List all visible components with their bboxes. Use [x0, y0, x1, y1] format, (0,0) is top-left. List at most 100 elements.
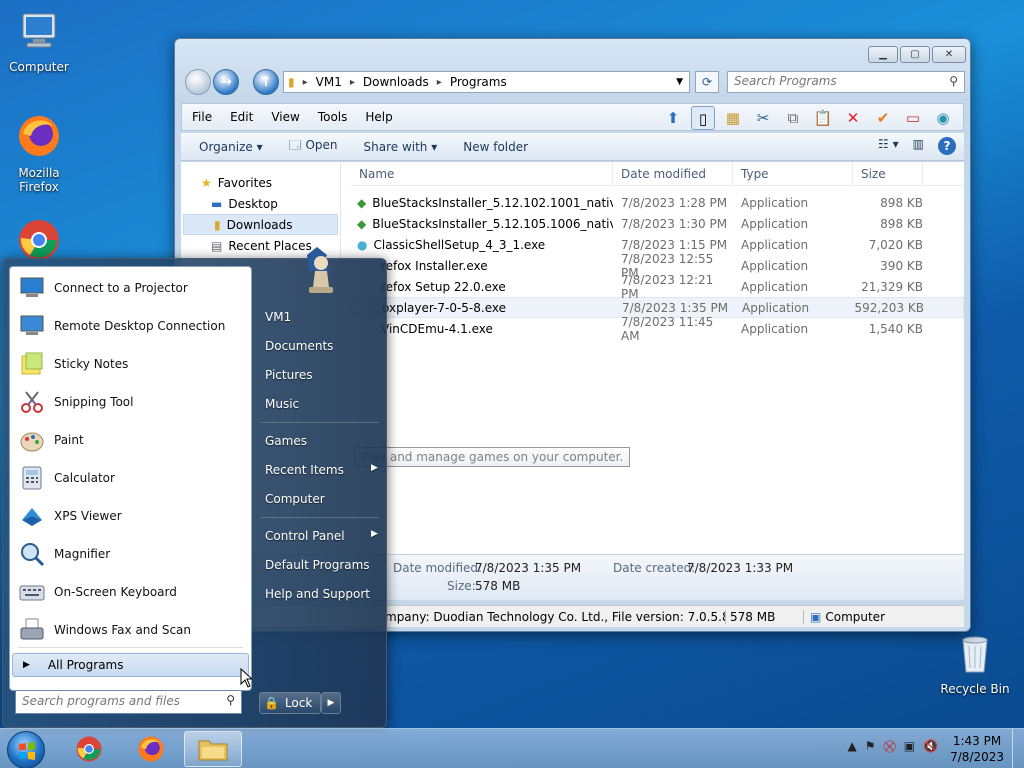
desktop-icon-label: Mozilla Firefox [18, 166, 60, 194]
magnifier-icon [21, 543, 45, 567]
program-sticky-notes[interactable]: Sticky Notes [12, 345, 249, 383]
start-documents[interactable]: Documents [265, 339, 333, 353]
status-location: ▣ Computer [803, 609, 885, 624]
help-icon[interactable]: ? [938, 137, 956, 155]
all-programs-button[interactable]: ▶ All Programs [12, 653, 249, 677]
paint-palette-icon [20, 432, 44, 452]
show-hidden-icons-icon[interactable]: ▲ [847, 739, 856, 754]
nav-favorites[interactable]: ★ Favorites [181, 172, 340, 193]
column-name[interactable]: Name [351, 162, 613, 185]
start-control-panel[interactable]: Control Panel ▶ [265, 529, 378, 543]
column-size[interactable]: Size [853, 162, 923, 185]
view-options-icon[interactable]: ☷ ▾ [878, 137, 899, 155]
start-recent-items[interactable]: Recent Items ▶ [265, 463, 378, 477]
caption-buttons: ▁ ▢ ✕ [868, 46, 966, 63]
properties-icon[interactable]: ▭ [901, 106, 925, 130]
start-help-support[interactable]: Help and Support [265, 587, 370, 601]
file-row[interactable]: ◆BlueStacksInstaller_5.12.105.1006_nativ… [351, 213, 964, 234]
start-music[interactable]: Music [265, 397, 299, 411]
address-bar[interactable]: ▮ ▸ VM1 ▸ Downloads ▸ Programs ▼ [283, 71, 690, 93]
detail-date-created: 7/8/2023 1:33 PM [687, 561, 794, 575]
command-bar: Organize ▾ 🗔 Open Share with ▾ New folde… [181, 133, 964, 161]
taskbar-firefox[interactable] [122, 731, 180, 767]
chevron-down-icon[interactable]: ▼ [676, 77, 683, 87]
nav-downloads[interactable]: ▮ Downloads [183, 214, 338, 235]
cut-icon[interactable]: ✂ [751, 106, 775, 130]
lock-button[interactable]: 🔒 Lock [259, 692, 321, 714]
share-with-button[interactable]: Share with ▾ [364, 140, 438, 154]
chrome-icon [76, 736, 102, 762]
bluestacks-icon: ◆ [357, 195, 367, 210]
start-user-folder[interactable]: VM1 [265, 310, 291, 324]
program-remote-desktop[interactable]: Remote Desktop Connection [12, 307, 249, 345]
minimize-button[interactable]: ▁ [868, 46, 898, 63]
desktop-icon-firefox[interactable]: Mozilla Firefox [2, 112, 76, 194]
column-date[interactable]: Date modified [613, 162, 733, 185]
organize-button[interactable]: Organize ▾ [199, 140, 263, 154]
clock[interactable]: 1:43 PM 7/8/2023 [950, 733, 1004, 765]
open-button[interactable]: 🗔 Open [289, 136, 338, 157]
start-default-programs[interactable]: Default Programs [265, 558, 370, 572]
program-snipping-tool[interactable]: Snipping Tool [12, 383, 249, 421]
arrow-right-icon: ▶ [371, 529, 378, 539]
view-pane-icon[interactable]: ▯ [691, 106, 715, 130]
file-row[interactable]: ◆BlueStacksInstaller_5.12.102.1001_nativ… [351, 192, 964, 213]
folder-options-icon[interactable]: ▦ [721, 106, 745, 130]
program-fax-and-scan[interactable]: Windows Fax and Scan [12, 611, 249, 649]
menu-tools[interactable]: Tools [318, 110, 348, 124]
lock-icon: 🔒 [264, 696, 279, 710]
up-folder-icon[interactable]: ⬆ [661, 106, 685, 130]
delete-icon[interactable]: ✕ [841, 106, 865, 130]
back-button[interactable]: ← [185, 69, 211, 95]
program-magnifier[interactable]: Magnifier [12, 535, 249, 573]
start-button[interactable] [7, 731, 45, 768]
start-pictures[interactable]: Pictures [265, 368, 313, 382]
taskbar-chrome[interactable] [60, 731, 118, 767]
column-type[interactable]: Type [733, 162, 853, 185]
program-on-screen-keyboard[interactable]: On-Screen Keyboard [12, 573, 249, 611]
search-input[interactable]: Search Programs ⚲ [727, 71, 965, 93]
menu-help[interactable]: Help [365, 110, 392, 124]
breadcrumb-downloads[interactable]: Downloads [363, 75, 429, 89]
power-options-button[interactable]: ▶ [321, 692, 341, 714]
file-row[interactable]: refox Setup 22.0.exe 7/8/2023 12:21 PM A… [351, 273, 964, 301]
start-computer[interactable]: Computer [265, 492, 325, 506]
file-row[interactable]: VinCDEmu-4.1.exe 7/8/2023 11:45 AM Appli… [351, 315, 964, 343]
paste-icon[interactable]: 📋 [811, 106, 835, 130]
star-icon: ★ [201, 175, 212, 190]
action-center-icon[interactable]: ⚑ [865, 739, 876, 754]
desktop-icon-computer[interactable]: Computer [2, 10, 76, 74]
up-button[interactable]: ↑ [253, 69, 279, 95]
menu-view[interactable]: View [271, 110, 299, 124]
copy-icon[interactable]: ⧉ [781, 106, 805, 130]
start-games[interactable]: Games [265, 434, 307, 448]
maximize-button[interactable]: ▢ [900, 46, 930, 63]
show-desktop-button[interactable] [1012, 729, 1024, 768]
menu-edit[interactable]: Edit [230, 110, 253, 124]
network-icon[interactable]: ▣ [904, 739, 915, 754]
desktop-icon-recycle-bin[interactable]: Recycle Bin [938, 632, 1012, 696]
taskbar-explorer[interactable] [184, 731, 242, 767]
close-button[interactable]: ✕ [932, 46, 966, 63]
volume-muted-icon[interactable]: 🔇 [923, 739, 938, 754]
new-folder-button[interactable]: New folder [463, 140, 528, 154]
scissors-icon [21, 391, 43, 413]
refresh-button[interactable]: ⟳ [695, 71, 719, 93]
globe-icon[interactable]: ◉ [931, 106, 955, 130]
breadcrumb-programs[interactable]: Programs [450, 75, 507, 89]
start-search-input[interactable]: Search programs and files ⚲ [15, 690, 242, 714]
keyboard-icon [19, 585, 45, 601]
network-error-icon[interactable]: ⛒ [883, 739, 895, 754]
program-xps-viewer[interactable]: XPS Viewer [12, 497, 249, 535]
menu-file[interactable]: File [192, 110, 212, 124]
program-calculator[interactable]: Calculator [12, 459, 249, 497]
forward-button[interactable]: → [213, 69, 239, 95]
checkmark-icon[interactable]: ✔ [871, 106, 895, 130]
breadcrumb-vm1[interactable]: VM1 [316, 75, 342, 89]
start-menu: Connect to a Projector Remote Desktop Co… [2, 247, 387, 728]
program-paint[interactable]: Paint [12, 421, 249, 459]
preview-pane-icon[interactable]: ▥ [913, 137, 924, 155]
clock-time: 1:43 PM [952, 734, 1002, 748]
nav-desktop[interactable]: ▬ Desktop [181, 193, 340, 214]
program-connect-projector[interactable]: Connect to a Projector [12, 269, 249, 307]
